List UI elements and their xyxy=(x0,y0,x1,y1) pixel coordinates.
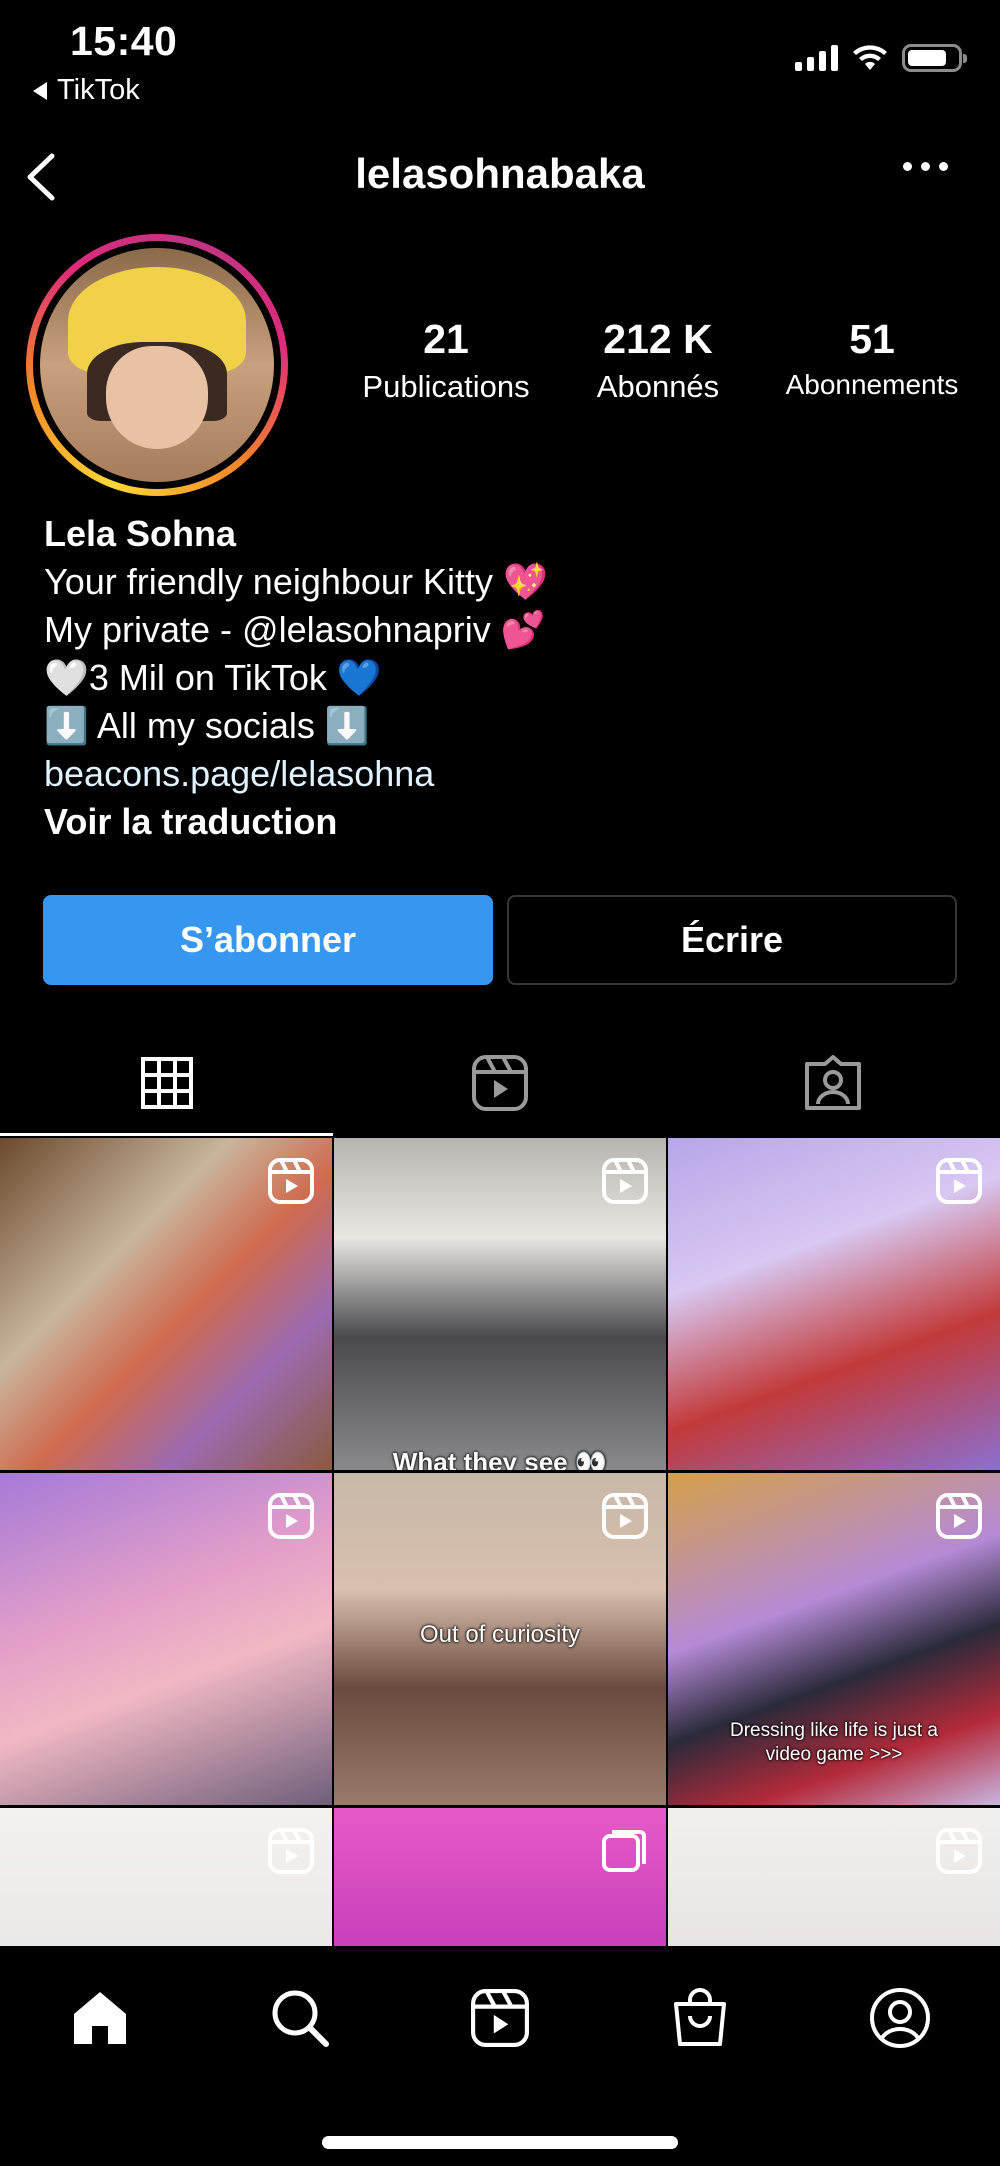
profile-icon xyxy=(870,1988,930,2048)
story-ring[interactable] xyxy=(26,234,288,496)
reel-badge-icon xyxy=(936,1493,982,1539)
follow-button[interactable]: S’abonner xyxy=(43,895,493,985)
tagged-icon xyxy=(805,1055,862,1110)
home-icon xyxy=(74,1992,126,2044)
tab-reels[interactable] xyxy=(333,1030,666,1136)
reel-badge-icon xyxy=(602,1158,648,1204)
posts-label: Publications xyxy=(362,369,530,404)
reels-icon xyxy=(471,1055,528,1111)
grid-post[interactable] xyxy=(0,1138,332,1470)
reel-badge-icon xyxy=(936,1828,982,1874)
followers-stat[interactable]: 212 K Abonnés xyxy=(575,316,741,405)
tab-tagged[interactable] xyxy=(667,1030,1000,1136)
nav-profile[interactable] xyxy=(860,1978,940,2058)
reel-badge-icon xyxy=(602,1493,648,1539)
wifi-icon xyxy=(853,45,887,70)
back-to-app-link[interactable]: TikTok xyxy=(33,74,140,107)
followers-count: 212 K xyxy=(603,316,713,362)
status-icons xyxy=(795,44,967,72)
grid-post[interactable]: Out of curiosity xyxy=(334,1473,666,1805)
grid-post[interactable]: What they see 👀 xyxy=(334,1138,666,1470)
profile-tabs xyxy=(0,1030,1000,1136)
post-caption: Dressing like life is just a video game … xyxy=(729,1720,939,1765)
grid-post[interactable]: Dressing like life is just a video game … xyxy=(668,1473,1000,1805)
battery-icon xyxy=(902,44,967,72)
bio-link[interactable]: beacons.page/lelasohna xyxy=(44,750,548,798)
bio: Lela Sohna Your friendly neighbour Kitty… xyxy=(44,510,548,846)
posts-grid: What they see 👀 Out of curiosity Dressin… xyxy=(0,1138,1000,1946)
cellular-signal-icon xyxy=(795,45,838,71)
grid-icon xyxy=(140,1057,193,1109)
nav-home[interactable] xyxy=(60,1978,140,2058)
back-app-label: TikTok xyxy=(57,74,140,106)
bio-line: ⬇️ All my socials ⬇️ xyxy=(44,705,370,746)
following-stat[interactable]: 51 Abonnements xyxy=(772,316,972,401)
home-indicator[interactable] xyxy=(322,2136,678,2149)
posts-count: 21 xyxy=(423,316,469,362)
status-time: 15:40 xyxy=(70,18,178,64)
profile-username: lelasohnabaka xyxy=(355,150,645,197)
bio-line: 🤍3 Mil on TikTok 💙 xyxy=(44,657,382,698)
posts-stat[interactable]: 21 Publications xyxy=(346,316,546,405)
see-translation-link[interactable]: Voir la traduction xyxy=(44,798,548,846)
back-triangle-icon xyxy=(33,81,47,100)
following-count: 51 xyxy=(849,316,895,362)
more-options-icon[interactable] xyxy=(903,162,948,171)
search-icon xyxy=(272,1990,329,2047)
bottom-nav-bar xyxy=(0,1946,1000,2166)
bio-line: Your friendly neighbour Kitty 💖 xyxy=(44,561,548,602)
reel-badge-icon xyxy=(268,1158,314,1204)
reel-badge-icon xyxy=(268,1493,314,1539)
reel-badge-icon xyxy=(268,1828,314,1874)
post-caption: Out of curiosity xyxy=(419,1621,581,1648)
bio-line: My private - @lelasohnapriv 💕 xyxy=(44,609,546,650)
profile-name: Lela Sohna xyxy=(44,513,237,554)
grid-post[interactable] xyxy=(0,1808,332,1946)
grid-post[interactable] xyxy=(668,1138,1000,1470)
reel-badge-icon xyxy=(936,1158,982,1204)
nav-shop[interactable] xyxy=(660,1978,740,2058)
tab-posts-grid[interactable] xyxy=(0,1030,334,1136)
grid-post[interactable] xyxy=(334,1808,666,1946)
shop-icon xyxy=(674,1988,726,2046)
nav-reels[interactable] xyxy=(460,1978,540,2058)
following-label: Abonnements xyxy=(785,369,959,400)
reels-icon xyxy=(471,1989,529,2047)
carousel-badge-icon xyxy=(602,1830,646,1872)
grid-post[interactable] xyxy=(668,1808,1000,1946)
message-button[interactable]: Écrire xyxy=(507,895,957,985)
grid-post[interactable] xyxy=(0,1473,332,1805)
nav-search[interactable] xyxy=(260,1978,340,2058)
avatar xyxy=(40,248,274,482)
post-caption: What they see 👀 xyxy=(392,1447,608,1470)
followers-label: Abonnés xyxy=(596,369,720,404)
